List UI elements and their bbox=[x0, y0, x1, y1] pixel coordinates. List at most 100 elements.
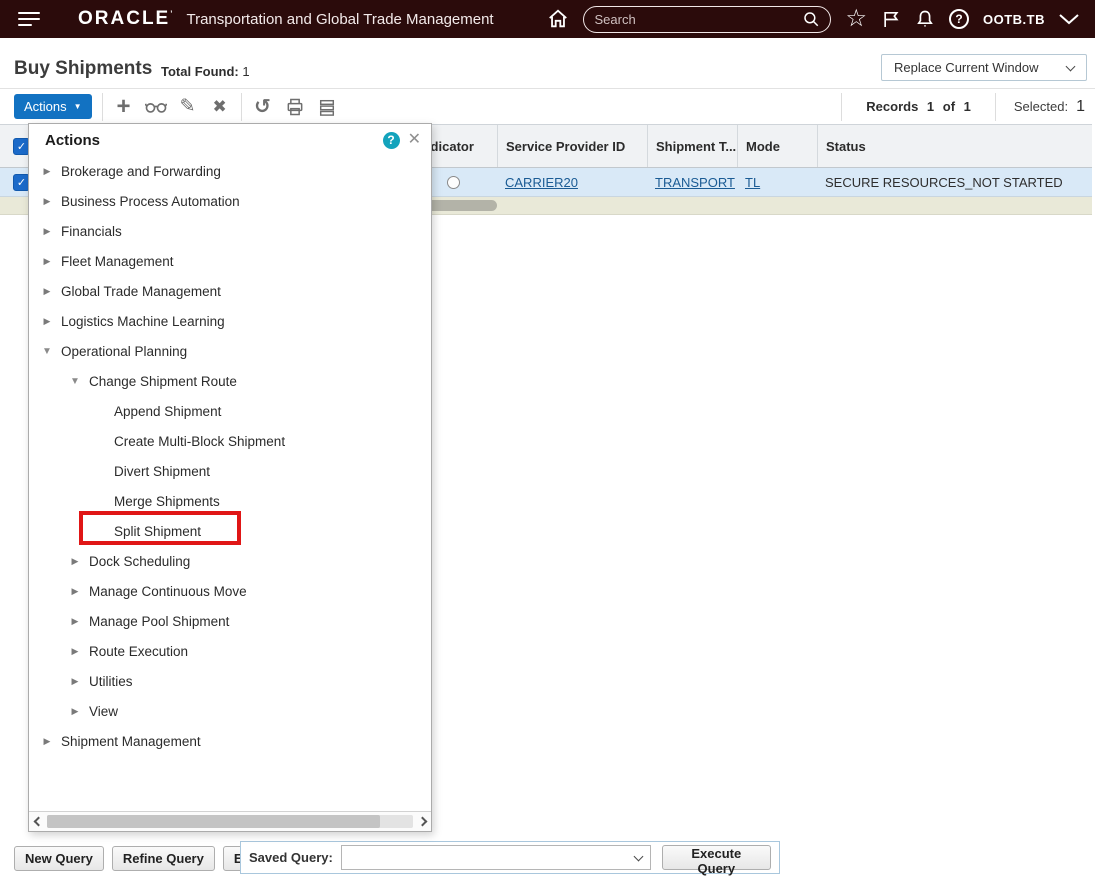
actions-tree-item-view[interactable]: ▶ View bbox=[29, 696, 431, 726]
actions-tree-item-append-shipment[interactable]: Append Shipment bbox=[29, 396, 431, 426]
search-icon[interactable] bbox=[802, 10, 820, 28]
popup-help-icon[interactable]: ? bbox=[382, 131, 400, 149]
top-header-bar: ORACLE’ Transportation and Global Trade … bbox=[0, 0, 1095, 38]
mode-cell: TL bbox=[737, 168, 817, 196]
actions-tree-item-route-execution[interactable]: ▶ Route Execution bbox=[29, 636, 431, 666]
actions-tree-item-manage-pool-shipment[interactable]: ▶ Manage Pool Shipment bbox=[29, 606, 431, 636]
saved-query-label: Saved Query: bbox=[249, 850, 333, 865]
service-provider-link[interactable]: CARRIER20 bbox=[505, 175, 578, 190]
toolbar-icon-group-edit: + ✎ ✖ bbox=[113, 94, 231, 118]
application-window: ORACLE’ Transportation and Global Trade … bbox=[0, 0, 1095, 892]
home-icon[interactable] bbox=[547, 8, 569, 30]
actions-tree-item-business-process-automation[interactable]: ▶ Business Process Automation bbox=[29, 186, 431, 216]
popup-scrollbar-thumb[interactable] bbox=[47, 815, 381, 828]
actions-tree-item-label: Create Multi-Block Shipment bbox=[114, 433, 286, 449]
mode-link[interactable]: TL bbox=[745, 175, 760, 190]
hamburger-menu-icon[interactable] bbox=[18, 12, 40, 26]
favorites-star-icon[interactable]: ☆ bbox=[845, 7, 867, 31]
chevron-down-icon bbox=[633, 851, 644, 862]
actions-popup: Actions ? ✕ ▶ Brokerage and Forwarding ▶ Bu… bbox=[28, 123, 432, 832]
new-query-button[interactable]: New Query bbox=[14, 845, 104, 871]
triangle-collapsed-icon[interactable]: ▶ bbox=[69, 646, 81, 657]
flag-icon[interactable] bbox=[881, 9, 901, 30]
triangle-expanded-icon[interactable]: ▼ bbox=[41, 346, 53, 357]
actions-tree-item-divert-shipment[interactable]: Divert Shipment bbox=[29, 456, 431, 486]
triangle-collapsed-icon[interactable]: ▶ bbox=[41, 226, 53, 237]
triangle-collapsed-icon[interactable]: ▶ bbox=[41, 196, 53, 207]
execute-query-button[interactable]: Execute Query bbox=[661, 845, 771, 876]
notifications-bell-icon[interactable] bbox=[915, 8, 935, 30]
app-title: Transportation and Global Trade Manageme… bbox=[186, 10, 494, 28]
actions-tree-item-brokerage-and-forwarding[interactable]: ▶ Brokerage and Forwarding bbox=[29, 156, 431, 186]
shipment-type-link[interactable]: TRANSPORT bbox=[655, 175, 735, 190]
triangle-collapsed-icon[interactable]: ▶ bbox=[69, 586, 81, 597]
actions-tree-item-manage-continuous-move[interactable]: ▶ Manage Continuous Move bbox=[29, 576, 431, 606]
help-icon[interactable]: ? bbox=[949, 9, 969, 29]
actions-tree-item-label: Utilities bbox=[89, 673, 133, 689]
add-icon[interactable]: + bbox=[113, 94, 135, 118]
actions-button[interactable]: Actions ▼ bbox=[14, 94, 92, 119]
toolbar-icon-group-utility: ↺ bbox=[252, 96, 338, 118]
triangle-collapsed-icon[interactable]: ▶ bbox=[41, 166, 53, 177]
refine-query-button[interactable]: Refine Query bbox=[111, 845, 215, 871]
triangle-expanded-icon[interactable]: ▼ bbox=[69, 376, 81, 387]
column-header-service-provider[interactable]: Service Provider ID bbox=[497, 125, 647, 167]
triangle-collapsed-icon[interactable]: ▶ bbox=[69, 556, 81, 567]
actions-tree-item-shipment-management[interactable]: ▶ Shipment Management bbox=[29, 726, 431, 756]
actions-tree-item-dock-scheduling[interactable]: ▶ Dock Scheduling bbox=[29, 546, 431, 576]
actions-tree-item-change-shipment-route[interactable]: ▼ Change Shipment Route bbox=[29, 366, 431, 396]
actions-tree-item-create-multi-block-shipment[interactable]: Create Multi-Block Shipment bbox=[29, 426, 431, 456]
column-header-mode[interactable]: Mode bbox=[737, 125, 817, 167]
actions-tree-item-fleet-management[interactable]: ▶ Fleet Management bbox=[29, 246, 431, 276]
toolbar: Actions ▼ + ✎ ✖ ↺ Records 1 of 1 Selected… bbox=[0, 88, 1095, 124]
popup-close-icon[interactable]: ✕ bbox=[408, 132, 421, 148]
page-title-row: Buy Shipments Total Found: 1 Replace Cur… bbox=[0, 48, 1095, 88]
popup-scrollbar-track[interactable] bbox=[47, 815, 413, 828]
actions-tree: ▶ Brokerage and Forwarding ▶ Business Proce… bbox=[29, 156, 431, 811]
triangle-collapsed-icon[interactable]: ▶ bbox=[69, 616, 81, 627]
user-menu-label[interactable]: OOTB.TB bbox=[983, 12, 1045, 27]
user-menu-chevron-icon[interactable] bbox=[1059, 13, 1079, 25]
popup-horizontal-scrollbar bbox=[29, 811, 431, 831]
triangle-collapsed-icon[interactable]: ▶ bbox=[69, 706, 81, 717]
column-header-shipment-type[interactable]: Shipment T... bbox=[647, 125, 737, 167]
scroll-right-arrow-icon[interactable] bbox=[413, 816, 431, 827]
actions-popup-title: Actions bbox=[45, 131, 101, 149]
edit-pencil-icon[interactable]: ✎ bbox=[177, 96, 199, 118]
indicator-radio[interactable] bbox=[447, 175, 460, 189]
saved-query-select[interactable] bbox=[340, 845, 651, 870]
triangle-collapsed-icon[interactable]: ▶ bbox=[41, 286, 53, 297]
refresh-icon[interactable]: ↺ bbox=[252, 96, 274, 118]
window-mode-select[interactable]: Replace Current Window bbox=[881, 54, 1087, 81]
actions-tree-item-label: Route Execution bbox=[89, 643, 189, 659]
search-input[interactable] bbox=[594, 11, 803, 27]
horizontal-scrollbar-thumb[interactable] bbox=[424, 200, 497, 211]
total-found-label: Total Found: bbox=[161, 64, 239, 79]
actions-tree-item-global-trade-management[interactable]: ▶ Global Trade Management bbox=[29, 276, 431, 306]
actions-tree-item-label: Logistics Machine Learning bbox=[61, 313, 225, 329]
triangle-collapsed-icon[interactable]: ▶ bbox=[69, 676, 81, 687]
scroll-left-arrow-icon[interactable] bbox=[29, 816, 47, 827]
actions-tree-item-logistics-machine-learning[interactable]: ▶ Logistics Machine Learning bbox=[29, 306, 431, 336]
delete-icon[interactable]: ✖ bbox=[209, 96, 231, 118]
global-search[interactable] bbox=[583, 5, 832, 33]
print-icon[interactable] bbox=[284, 96, 306, 118]
actions-tree-item-utilities[interactable]: ▶ Utilities bbox=[29, 666, 431, 696]
actions-tree-item-label: View bbox=[89, 703, 119, 719]
actions-tree-item-label: Manage Pool Shipment bbox=[89, 613, 230, 629]
actions-popup-titlebar: Actions ? ✕ bbox=[29, 124, 431, 156]
actions-tree-item-split-shipment[interactable]: Split Shipment bbox=[29, 516, 431, 546]
list-view-icon[interactable] bbox=[316, 96, 338, 118]
triangle-collapsed-icon[interactable]: ▶ bbox=[41, 256, 53, 267]
column-header-status[interactable]: Status bbox=[817, 125, 1092, 167]
shipment-type-cell: TRANSPORT bbox=[647, 168, 737, 196]
actions-tree-item-label: Fleet Management bbox=[61, 253, 174, 269]
actions-tree-item-operational-planning[interactable]: ▼ Operational Planning bbox=[29, 336, 431, 366]
actions-tree-item-label: Shipment Management bbox=[61, 733, 201, 749]
triangle-collapsed-icon[interactable]: ▶ bbox=[41, 736, 53, 747]
actions-tree-item-financials[interactable]: ▶ Financials bbox=[29, 216, 431, 246]
actions-tree-item-merge-shipments[interactable]: Merge Shipments bbox=[29, 486, 431, 516]
view-glasses-icon[interactable] bbox=[144, 96, 167, 118]
triangle-collapsed-icon[interactable]: ▶ bbox=[41, 316, 53, 327]
records-count: Records 1 of 1 bbox=[866, 99, 971, 114]
